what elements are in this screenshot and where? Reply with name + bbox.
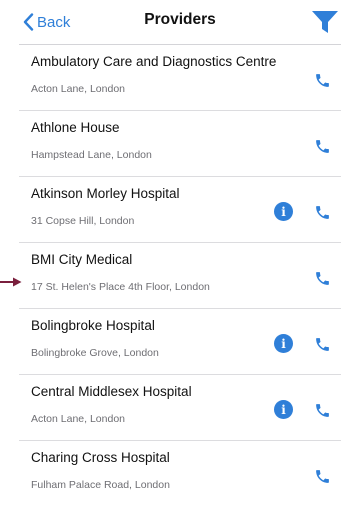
phone-icon xyxy=(316,140,329,153)
phone-icon xyxy=(316,338,329,351)
provider-name: Charing Cross Hospital xyxy=(31,450,170,465)
filter-button[interactable] xyxy=(311,9,339,35)
provider-address: 31 Copse Hill, London xyxy=(31,215,135,227)
call-button[interactable] xyxy=(314,336,331,353)
info-button[interactable]: i xyxy=(274,400,293,419)
provider-name: Central Middlesex Hospital xyxy=(31,384,192,399)
call-button[interactable] xyxy=(314,270,331,287)
arrow-right-icon xyxy=(0,277,22,287)
provider-address: Hampstead Lane, London xyxy=(31,149,152,161)
provider-address: Acton Lane, London xyxy=(31,413,125,425)
provider-row[interactable]: Atkinson Morley Hospital 31 Copse Hill, … xyxy=(19,177,341,243)
call-button[interactable] xyxy=(314,402,331,419)
provider-row[interactable]: Central Middlesex Hospital Acton Lane, L… xyxy=(19,375,341,441)
provider-address: Fulham Palace Road, London xyxy=(31,479,170,491)
provider-row[interactable]: Charing Cross Hospital Fulham Palace Roa… xyxy=(19,441,341,506)
provider-name: BMI City Medical xyxy=(31,252,133,267)
call-button[interactable] xyxy=(314,72,331,89)
provider-name: Athlone House xyxy=(31,120,120,135)
call-button[interactable] xyxy=(314,468,331,485)
provider-address: Acton Lane, London xyxy=(31,83,125,95)
page-title: Providers xyxy=(144,11,216,28)
provider-name: Bolingbroke Hospital xyxy=(31,318,155,333)
provider-list: Ambulatory Care and Diagnostics Centre A… xyxy=(19,45,341,506)
provider-name: Ambulatory Care and Diagnostics Centre xyxy=(31,54,277,69)
call-button[interactable] xyxy=(314,204,331,221)
provider-address: Bolingbroke Grove, London xyxy=(31,347,159,359)
call-button[interactable] xyxy=(314,138,331,155)
phone-icon xyxy=(316,272,329,285)
provider-row[interactable]: Athlone House Hampstead Lane, London xyxy=(19,111,341,177)
phone-icon xyxy=(316,74,329,87)
info-icon: i xyxy=(281,402,286,417)
info-icon: i xyxy=(281,336,286,351)
provider-row[interactable]: BMI City Medical 17 St. Helen's Place 4t… xyxy=(19,243,341,309)
phone-icon xyxy=(316,206,329,219)
info-button[interactable]: i xyxy=(274,334,293,353)
navigation-bar: Back Providers xyxy=(19,0,341,45)
provider-address: 17 St. Helen's Place 4th Floor, London xyxy=(31,281,210,293)
phone-icon xyxy=(316,404,329,417)
provider-name: Atkinson Morley Hospital xyxy=(31,186,180,201)
info-button[interactable]: i xyxy=(274,202,293,221)
providers-screen: Back Providers Ambulatory Care and Diagn… xyxy=(19,0,341,491)
info-icon: i xyxy=(281,204,286,219)
provider-row[interactable]: Ambulatory Care and Diagnostics Centre A… xyxy=(19,45,341,111)
filter-funnel-icon xyxy=(312,11,338,33)
phone-icon xyxy=(316,470,329,483)
provider-row[interactable]: Bolingbroke Hospital Bolingbroke Grove, … xyxy=(19,309,341,375)
